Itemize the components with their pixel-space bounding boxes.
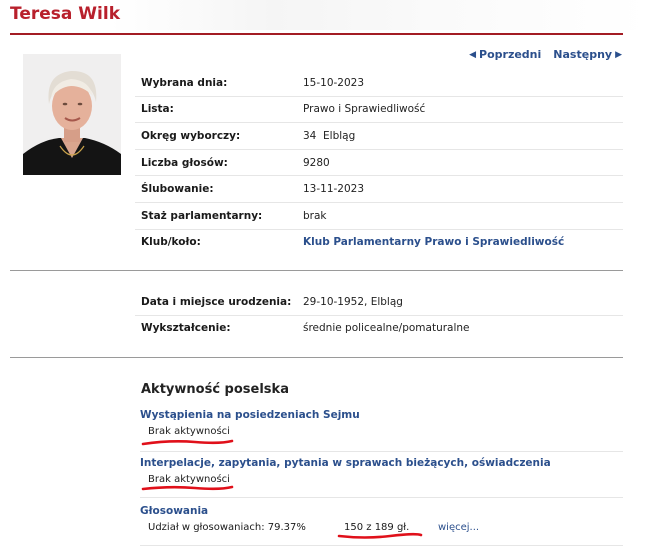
- detail-label: Wybrana dnia:: [141, 76, 228, 89]
- detail-value: średnie policealne/pomaturalne: [303, 322, 470, 335]
- club-link[interactable]: Klub Parlamentarny Prawo i Sprawiedliwoś…: [303, 236, 564, 248]
- speeches-link[interactable]: Wystąpienia na posiedzeniach Sejmu: [140, 409, 623, 421]
- activity-section-title: Aktywność poselska: [141, 382, 289, 397]
- next-label: Następny: [553, 48, 613, 61]
- detail-value: 34 Elbląg: [303, 129, 356, 142]
- votes-more-link[interactable]: więcej...: [438, 522, 479, 533]
- previous-label: Poprzedni: [479, 48, 542, 61]
- activity-rule: [140, 545, 623, 546]
- activity-rule: [140, 451, 623, 452]
- detail-label: Wykształcenie:: [141, 322, 231, 335]
- detail-value: 15-10-2023: [303, 76, 365, 89]
- detail-value: brak: [303, 209, 327, 222]
- detail-label: Ślubowanie:: [141, 183, 214, 196]
- speeches-value: Brak aktywności: [148, 426, 230, 437]
- personal-details: Data i miejsce urodzenia: 29-10-1952, El…: [135, 289, 623, 341]
- detail-row: Liczba głosów: 9280: [135, 150, 623, 177]
- detail-value: Prawo i Sprawiedliwość: [303, 103, 426, 116]
- votes-heading: Głosowania: [140, 505, 209, 517]
- detail-value: 13-11-2023: [303, 183, 365, 196]
- detail-label: Klub/koło:: [141, 236, 201, 249]
- interpellations-block: Interpelacje, zapytania, pytania w spraw…: [140, 457, 623, 498]
- page-title: Teresa Wilk: [10, 4, 121, 24]
- votes-participation: Udział w głosowaniach: 79.37%: [148, 522, 306, 533]
- detail-label: Liczba głosów:: [141, 156, 228, 169]
- detail-value: 9280: [303, 156, 330, 169]
- previous-link[interactable]: ◀ Poprzedni: [469, 48, 541, 61]
- mandate-details: Wybrana dnia: 15-10-2023 Lista: Prawo i …: [135, 70, 623, 255]
- header-background: [110, 0, 650, 30]
- profile-navigation: ◀ Poprzedni Następny ▶: [469, 48, 622, 61]
- detail-row: Ślubowanie: 13-11-2023: [135, 176, 623, 203]
- detail-row: Wykształcenie: średnie policealne/pomatu…: [135, 316, 623, 342]
- detail-row: Klub/koło: Klub Parlamentarny Prawo i Sp…: [135, 230, 623, 256]
- profile-photo: [23, 54, 121, 175]
- detail-row: Lista: Prawo i Sprawiedliwość: [135, 97, 623, 124]
- triangle-right-icon: ▶: [615, 49, 622, 60]
- votes-row: Udział w głosowaniach: 79.37% 150 z 189 …: [148, 522, 623, 533]
- votes-count: 150 z 189 gł.: [344, 522, 410, 533]
- detail-label: Lista:: [141, 103, 174, 116]
- detail-row: Okręg wyborczy: 34 Elbląg: [135, 123, 623, 150]
- detail-row: Wybrana dnia: 15-10-2023: [135, 70, 623, 97]
- speeches-block: Wystąpienia na posiedzeniach Sejmu Brak …: [140, 409, 623, 452]
- detail-label: Staż parlamentarny:: [141, 209, 263, 222]
- portrait-illustration: [23, 54, 121, 175]
- interpellations-value: Brak aktywności: [148, 474, 230, 485]
- votes-block: Głosowania Udział w głosowaniach: 79.37%…: [140, 505, 623, 546]
- detail-row: Staż parlamentarny: brak: [135, 203, 623, 230]
- interpellations-link[interactable]: Interpelacje, zapytania, pytania w spraw…: [140, 457, 623, 469]
- detail-row: Data i miejsce urodzenia: 29-10-1952, El…: [135, 289, 623, 316]
- detail-value: 29-10-1952, Elbląg: [303, 295, 403, 308]
- detail-label: Data i miejsce urodzenia:: [141, 295, 292, 308]
- section-separator: [10, 357, 623, 358]
- annotation-underline: [141, 439, 234, 446]
- next-link[interactable]: Następny ▶: [553, 48, 622, 61]
- title-rule: [10, 33, 623, 35]
- detail-label: Okręg wyborczy:: [141, 129, 241, 142]
- section-separator: [10, 270, 623, 271]
- triangle-left-icon: ◀: [469, 49, 477, 60]
- activity-rule: [140, 497, 623, 498]
